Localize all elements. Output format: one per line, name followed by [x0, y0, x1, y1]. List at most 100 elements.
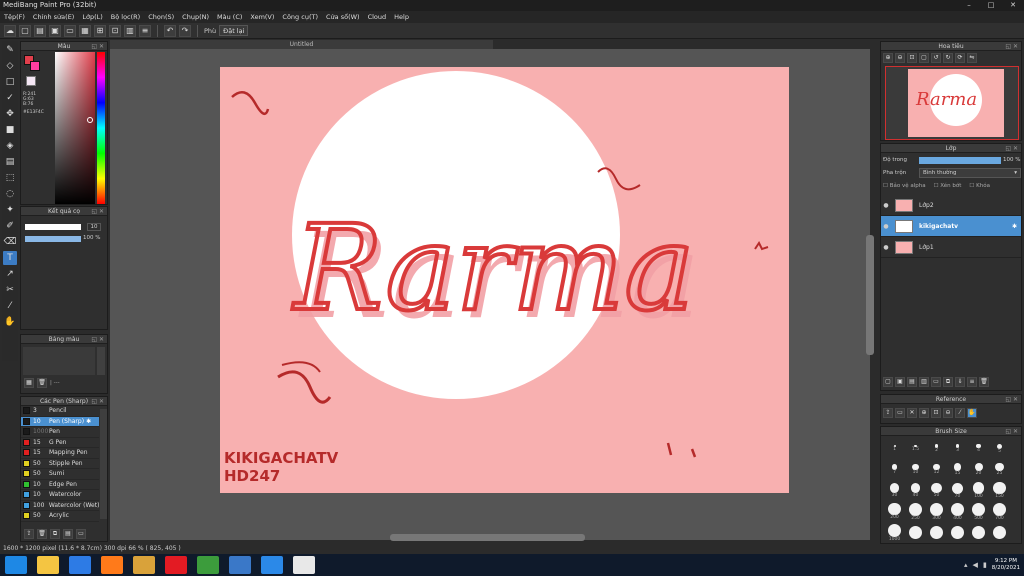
brush-item[interactable]: 15 Mapping Pen: [21, 448, 99, 459]
brush-item[interactable]: 10 Pen (Sharp) ✱: [21, 416, 99, 427]
navigator-preview[interactable]: Rarma: [885, 66, 1019, 140]
brush-item[interactable]: 50 Acrylic: [21, 511, 99, 522]
reference-fit-icon[interactable]: ⊡: [931, 408, 941, 418]
brush-size-cell[interactable]: 50: [926, 480, 947, 501]
menu-select[interactable]: Chọn(S): [148, 13, 174, 21]
menu-tools[interactable]: Công cụ(T): [282, 13, 318, 21]
rotate-right-icon[interactable]: ↻: [943, 53, 953, 63]
brush-folder-icon[interactable]: ▭: [76, 529, 86, 539]
divide-tool-icon[interactable]: ✂: [3, 283, 17, 297]
menu-capture[interactable]: Chụp(N): [182, 13, 209, 21]
menu-window[interactable]: Cửa sổ(W): [326, 13, 360, 21]
new-file-icon[interactable]: ▢: [19, 24, 31, 37]
redo-icon[interactable]: ↷: [179, 24, 191, 37]
clock[interactable]: 9:12 PM 8/20/2021: [992, 558, 1020, 572]
brush-size-cell[interactable]: 7: [884, 459, 905, 480]
layer-menu-icon[interactable]: ≡: [967, 377, 977, 387]
menu-file[interactable]: Tệp(F): [4, 13, 25, 21]
brush-size-cell[interactable]: 200: [884, 501, 905, 522]
brush-size-cell[interactable]: 300: [926, 501, 947, 522]
menu-color[interactable]: Màu (C): [217, 13, 242, 21]
brush-item[interactable]: 15 G Pen: [21, 438, 99, 448]
clipping-checkbox[interactable]: ☐ Xén bớt: [934, 183, 962, 189]
brush-size-slider[interactable]: [25, 224, 81, 230]
brush-size-cell[interactable]: 150: [989, 480, 1010, 501]
brush-size-cell[interactable]: 10: [905, 459, 926, 480]
menu-edit[interactable]: Chỉnh sửa(E): [33, 13, 74, 21]
brush-size-cell[interactable]: 500: [968, 501, 989, 522]
select-eraser-tool-icon[interactable]: ⌫: [3, 235, 17, 249]
tray-arrow-icon[interactable]: ▴: [964, 561, 968, 569]
brush-size-cell[interactable]: 2: [926, 438, 947, 459]
rotate-left-icon[interactable]: ↺: [931, 53, 941, 63]
palette-delete-icon[interactable]: 🗑: [37, 378, 47, 388]
close-icon[interactable]: ✕: [1002, 0, 1024, 11]
canvas-tab[interactable]: Untitled: [110, 40, 493, 49]
reference-hand-icon[interactable]: ✋: [967, 408, 977, 418]
grid-icon[interactable]: ▦: [79, 24, 91, 37]
saturation-value-picker[interactable]: [55, 52, 95, 204]
brush-list-scrollbar[interactable]: [100, 409, 107, 519]
brush-size-cell[interactable]: 3: [947, 438, 968, 459]
fit-icon[interactable]: ⊡: [907, 53, 917, 63]
internet-explorer-icon[interactable]: [69, 556, 91, 574]
menu-view[interactable]: Xem(V): [250, 13, 274, 21]
visibility-eye-icon[interactable]: ●: [881, 202, 891, 209]
layer-row[interactable]: ● kikigachatv ✱: [881, 216, 1021, 237]
brush-size-cell[interactable]: [968, 522, 989, 543]
network-icon[interactable]: [229, 556, 251, 574]
add-1bit-layer-icon[interactable]: ▥: [919, 377, 929, 387]
transform-icon[interactable]: ⊡: [109, 24, 121, 37]
maximize-icon[interactable]: □: [980, 0, 1002, 11]
canvas-horizontal-scrollbar[interactable]: [390, 534, 585, 541]
zoom-in-icon[interactable]: ⊕: [883, 53, 893, 63]
eyedropper-tool-icon[interactable]: ⁄: [3, 299, 17, 313]
reset-rotation-icon[interactable]: ⟳: [955, 53, 965, 63]
ruler-icon[interactable]: ▥: [124, 24, 136, 37]
brush-size-cell[interactable]: 700: [989, 501, 1010, 522]
reference-zoom-in-icon[interactable]: ⊕: [919, 408, 929, 418]
brush-size-cell[interactable]: 250: [905, 501, 926, 522]
blend-mode-select[interactable]: Bình thường ▾: [919, 168, 1021, 178]
app-icon[interactable]: [197, 556, 219, 574]
layer-folder-icon[interactable]: ▭: [931, 377, 941, 387]
save-icon[interactable]: ▣: [49, 24, 61, 37]
brush-size-cell[interactable]: 40: [905, 480, 926, 501]
brush-size-cell[interactable]: 70: [947, 480, 968, 501]
brush-export-icon[interactable]: ▤: [63, 529, 73, 539]
start-icon[interactable]: [5, 556, 27, 574]
transparent-swatch[interactable]: [26, 76, 36, 86]
move-tool-icon[interactable]: ✥: [3, 107, 17, 121]
media-player-icon[interactable]: [133, 556, 155, 574]
brush-delete-icon[interactable]: 🗑: [37, 529, 47, 539]
brush-size-cell[interactable]: 1.5: [905, 438, 926, 459]
alpha-protect-checkbox[interactable]: ☐ Bảo vệ alpha: [883, 183, 926, 189]
merge-layer-icon[interactable]: ⇓: [955, 377, 965, 387]
add-layer-icon[interactable]: ▢: [883, 377, 893, 387]
add-8bit-layer-icon[interactable]: ▤: [907, 377, 917, 387]
layer-settings-gear-icon[interactable]: ✱: [1012, 223, 1017, 230]
brush-size-cell[interactable]: 100: [968, 480, 989, 501]
palette-scrollbar[interactable]: [97, 347, 105, 375]
brush-item[interactable]: 3 Pencil: [21, 406, 99, 417]
brush-size-cell[interactable]: 12: [926, 459, 947, 480]
cloud-icon[interactable]: ☁: [4, 24, 16, 37]
open-icon[interactable]: ▤: [34, 24, 46, 37]
reset-button[interactable]: Đặt lại: [219, 25, 249, 36]
reference-import-icon[interactable]: ⇪: [883, 408, 893, 418]
brush-size-cell[interactable]: [905, 522, 926, 543]
volume-icon[interactable]: ◀: [973, 561, 978, 569]
layer-row[interactable]: ● Lớp2: [881, 195, 1021, 216]
brush-item[interactable]: 100 Watercolor (Wet): [21, 501, 99, 511]
magic-wand-tool-icon[interactable]: ✦: [3, 203, 17, 217]
text-tool-icon[interactable]: T: [3, 251, 17, 265]
eraser-tool-icon[interactable]: ◇: [3, 59, 17, 73]
reference-zoom-out-icon[interactable]: ⊖: [943, 408, 953, 418]
brush-size-cell[interactable]: [947, 522, 968, 543]
undo-icon[interactable]: ↶: [164, 24, 176, 37]
menu-help[interactable]: Help: [394, 13, 409, 21]
brush-item[interactable]: 50 Sumi: [21, 469, 99, 480]
opera-icon[interactable]: [165, 556, 187, 574]
brush-add-icon[interactable]: ⇪: [24, 529, 34, 539]
artwork-canvas[interactable]: Rarma Rarma KIKIGACHATV HD247: [220, 67, 789, 493]
